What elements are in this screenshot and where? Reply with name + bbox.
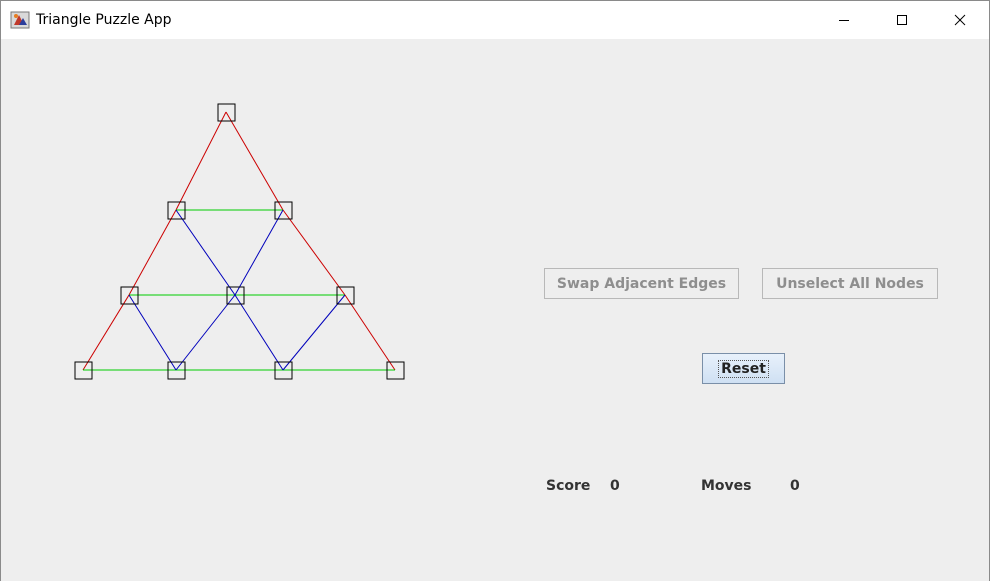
edge-n2-n5[interactable]: [282, 209, 346, 296]
edge-n5-n9[interactable]: [344, 294, 396, 371]
reset-label: Reset: [718, 359, 769, 378]
app-window: Triangle Puzzle App Swap Adjacent Edges …: [0, 0, 990, 581]
title-bar[interactable]: Triangle Puzzle App: [1, 1, 989, 39]
window-title: Triangle Puzzle App: [36, 12, 172, 28]
edge-n1-n4[interactable]: [175, 209, 236, 296]
unselect-all-nodes-label: Unselect All Nodes: [776, 275, 924, 292]
score-value: 0: [610, 478, 620, 494]
minimize-button[interactable]: [815, 1, 873, 39]
moves-label: Moves: [701, 478, 752, 494]
edge-n5-n8[interactable]: [282, 294, 346, 371]
edge-n3-n6[interactable]: [82, 294, 130, 371]
edge-n4-n7[interactable]: [175, 294, 236, 371]
java-app-icon: [10, 11, 30, 29]
edge-n0-n2[interactable]: [225, 111, 284, 211]
edge-n1-n3[interactable]: [128, 209, 177, 296]
edge-n2-n4[interactable]: [234, 209, 284, 296]
score-label: Score: [546, 478, 591, 494]
edge-n3-n7[interactable]: [128, 294, 177, 371]
edge-n4-n8[interactable]: [234, 294, 284, 371]
close-icon: [954, 14, 966, 26]
reset-button[interactable]: Reset: [702, 353, 785, 384]
swap-adjacent-edges-label: Swap Adjacent Edges: [556, 275, 727, 292]
maximize-button[interactable]: [873, 1, 931, 39]
unselect-all-nodes-button[interactable]: Unselect All Nodes: [762, 268, 938, 299]
moves-value: 0: [790, 478, 800, 494]
triangle-puzzle-canvas[interactable]: [1, 39, 521, 579]
swap-adjacent-edges-button[interactable]: Swap Adjacent Edges: [544, 268, 739, 299]
close-button[interactable]: [931, 1, 989, 39]
maximize-icon: [897, 15, 907, 25]
window-controls: [815, 1, 989, 39]
edge-n0-n1[interactable]: [175, 111, 227, 211]
minimize-icon: [839, 20, 849, 21]
